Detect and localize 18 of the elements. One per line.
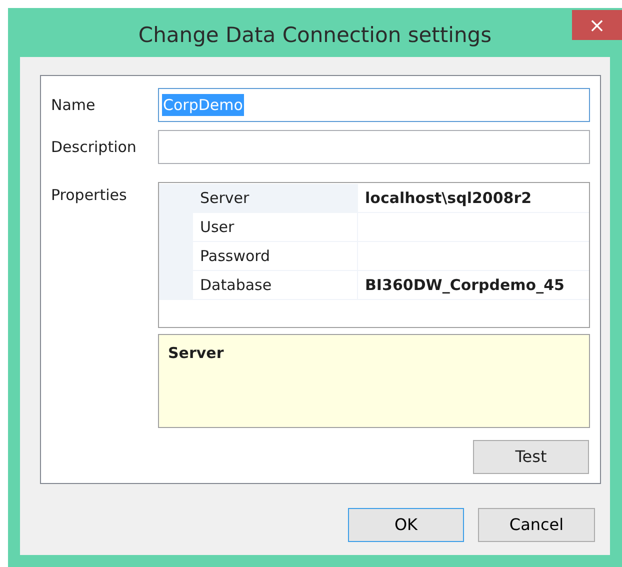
property-value[interactable]: localhost\sql2008r2 xyxy=(358,184,589,213)
properties-label: Properties xyxy=(51,185,128,206)
property-value[interactable] xyxy=(358,213,589,242)
close-button[interactable]: × xyxy=(572,10,622,40)
name-label: Name xyxy=(51,94,96,116)
property-value[interactable]: BI360DW_Corpdemo_45 xyxy=(358,271,589,300)
help-title: Server xyxy=(168,344,224,362)
name-value: CorpDemo xyxy=(162,94,244,116)
description-label: Description xyxy=(51,136,138,158)
property-name[interactable]: User xyxy=(193,213,358,242)
property-value[interactable] xyxy=(358,242,589,271)
ok-button[interactable]: OK xyxy=(348,508,464,542)
test-button[interactable]: Test xyxy=(473,440,589,474)
window-title: Change Data Connection settings xyxy=(138,22,492,49)
property-name[interactable]: Password xyxy=(193,242,358,271)
cancel-button[interactable]: Cancel xyxy=(478,508,595,542)
property-name[interactable]: Database xyxy=(193,271,358,300)
description-field[interactable] xyxy=(158,130,590,164)
